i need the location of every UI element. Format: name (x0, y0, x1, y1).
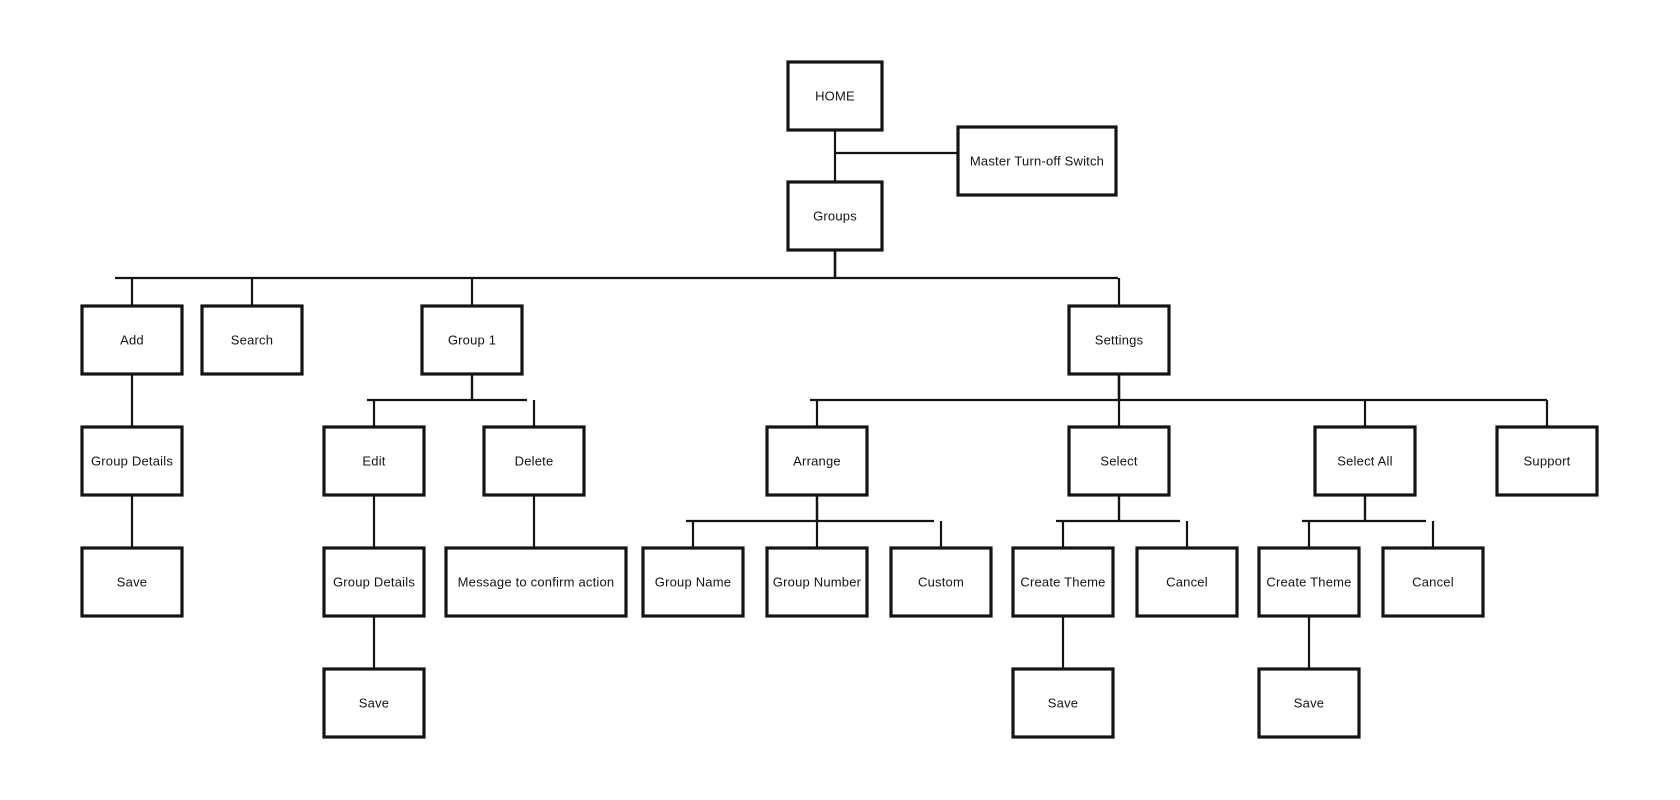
node-label-add-save: Save (117, 574, 147, 589)
node-select-create-theme[interactable]: Create Theme (1011, 546, 1115, 618)
node-group-name[interactable]: Group Name (641, 546, 745, 618)
node-select-all[interactable]: Select All (1313, 425, 1417, 497)
node-label-delete: Delete (515, 453, 554, 468)
node-edit[interactable]: Edit (322, 425, 426, 497)
node-confirm-message[interactable]: Message to confirm action (444, 546, 628, 618)
node-label-support: Support (1524, 453, 1571, 468)
node-edit-save[interactable]: Save (322, 667, 426, 739)
node-label-select-save: Save (1048, 695, 1078, 710)
node-groups[interactable]: Groups (786, 180, 884, 252)
sitemap-diagram: HOME Master Turn-off Switch Groups Add Searc… (0, 0, 1680, 800)
node-arrange[interactable]: Arrange (765, 425, 869, 497)
node-selectall-cancel[interactable]: Cancel (1381, 546, 1485, 618)
node-group-1[interactable]: Group 1 (420, 304, 524, 376)
node-label-add: Add (120, 332, 144, 347)
node-select-cancel[interactable]: Cancel (1135, 546, 1239, 618)
node-support[interactable]: Support (1495, 425, 1599, 497)
sitemap-canvas: HOME Master Turn-off Switch Groups Add Searc… (80, 60, 1599, 739)
node-master-switch[interactable]: Master Turn-off Switch (956, 125, 1118, 197)
node-label-confirm-message: Message to confirm action (458, 574, 615, 589)
node-add[interactable]: Add (80, 304, 184, 376)
node-home[interactable]: HOME (786, 60, 884, 132)
node-label-search: Search (231, 332, 273, 347)
node-selectall-save[interactable]: Save (1257, 667, 1361, 739)
node-label-select: Select (1100, 453, 1138, 468)
node-label-group-1: Group 1 (448, 332, 496, 347)
node-label-select-create-theme: Create Theme (1020, 574, 1105, 589)
node-search[interactable]: Search (200, 304, 304, 376)
node-label-groups: Groups (813, 208, 857, 223)
node-label-selectall-save: Save (1294, 695, 1324, 710)
node-label-select-all: Select All (1337, 453, 1392, 468)
node-group-number[interactable]: Group Number (765, 546, 869, 618)
node-label-edit-save: Save (359, 695, 389, 710)
node-delete[interactable]: Delete (482, 425, 586, 497)
node-label-arrange: Arrange (793, 453, 841, 468)
node-select-save[interactable]: Save (1011, 667, 1115, 739)
node-add-save[interactable]: Save (80, 546, 184, 618)
node-label-group-number: Group Number (773, 574, 862, 589)
node-label-group-name: Group Name (655, 574, 731, 589)
node-label-master-switch: Master Turn-off Switch (970, 153, 1104, 168)
node-select[interactable]: Select (1067, 425, 1171, 497)
node-edit-group-details[interactable]: Group Details (322, 546, 426, 618)
node-add-group-details[interactable]: Group Details (80, 425, 184, 497)
node-label-add-group-details: Group Details (91, 453, 173, 468)
node-label-edit: Edit (362, 453, 385, 468)
node-custom[interactable]: Custom (889, 546, 993, 618)
node-label-selectall-create-theme: Create Theme (1266, 574, 1351, 589)
node-selectall-create-theme[interactable]: Create Theme (1257, 546, 1361, 618)
node-label-settings: Settings (1095, 332, 1144, 347)
node-label-custom: Custom (918, 574, 964, 589)
node-settings[interactable]: Settings (1067, 304, 1171, 376)
node-label-home: HOME (815, 88, 855, 103)
node-label-select-cancel: Cancel (1166, 574, 1208, 589)
node-label-selectall-cancel: Cancel (1412, 574, 1454, 589)
node-label-edit-group-details: Group Details (333, 574, 415, 589)
